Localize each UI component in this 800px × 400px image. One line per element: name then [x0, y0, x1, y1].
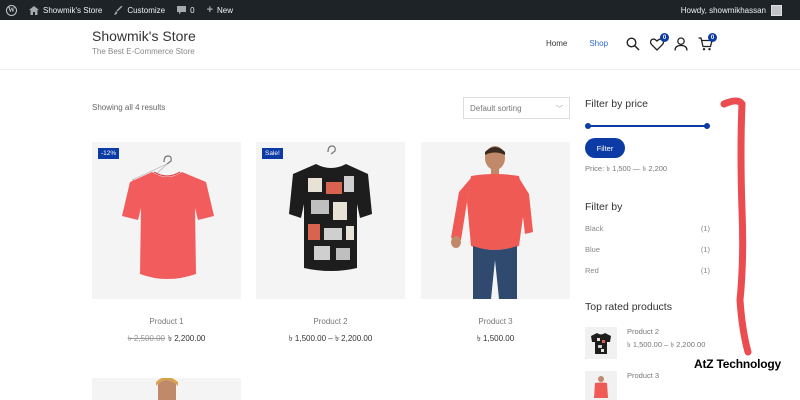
wishlist-count-badge: 0 — [660, 33, 669, 42]
filter-option-label: Blue — [585, 245, 601, 254]
top-rated-item[interactable]: Product 2 ৳ 1,500.00 – ৳ 2,200.00 — [585, 327, 710, 359]
product-card[interactable] — [92, 378, 241, 400]
search-button[interactable] — [625, 36, 641, 52]
chevron-down-icon: ﹀ — [556, 106, 563, 113]
site-name-label: Showmik's Store — [43, 5, 103, 15]
current-price: ৳ 1,500.00 — [476, 334, 515, 343]
new-label: New — [217, 5, 234, 15]
product-image[interactable] — [421, 142, 570, 299]
filter-by-title: Filter by — [585, 201, 623, 213]
product-name[interactable]: Product 2 — [256, 317, 405, 326]
red-shirt-thumbnail — [594, 376, 608, 398]
filter-option-label: Black — [585, 224, 604, 233]
nav-item-shop[interactable]: Shop — [589, 39, 608, 48]
current-price: ৳ 1,500.00 – ৳ 2,200.00 — [288, 334, 373, 343]
top-rated-name[interactable]: Product 2 — [627, 327, 705, 336]
account-menu[interactable]: Howdy, showmikhassan — [680, 4, 800, 16]
user-icon — [674, 37, 688, 51]
top-rated-thumbnail[interactable] — [585, 327, 617, 359]
product-image[interactable] — [92, 378, 241, 400]
model-image — [156, 378, 178, 400]
header-icons: 0 0 — [625, 33, 717, 52]
model-wearing-shirt-image — [451, 146, 533, 299]
product-image[interactable]: -12% — [92, 142, 241, 299]
top-rated-thumbnail[interactable] — [585, 371, 617, 400]
price-range-label: Price: ৳ 1,500 — ৳ 2,200 — [585, 164, 668, 173]
wishlist-button[interactable]: 0 — [649, 33, 669, 52]
site-name-link[interactable]: Showmik's Store — [23, 0, 108, 20]
plus-icon: + — [206, 4, 214, 16]
current-price: ৳ 2,200.00 — [168, 334, 206, 343]
top-rated-name[interactable]: Product 3 — [627, 371, 659, 380]
product-price: ৳ 1,500.00 – ৳ 2,200.00 — [256, 333, 405, 346]
product-card[interactable]: Product 3 ৳ 1,500.00 — [421, 142, 570, 346]
product-price: ৳ 1,500.00 — [421, 333, 570, 346]
filter-option-count: (1) — [700, 224, 710, 233]
watermark-text: AtZ Technology — [694, 357, 781, 371]
sorting-select[interactable]: Default sorting ﹀ — [463, 97, 570, 119]
sale-badge: -12% — [98, 148, 120, 159]
printed-tshirt-image — [289, 145, 372, 271]
top-rated-info: Product 3 — [627, 371, 659, 400]
product-image[interactable]: Sale! — [256, 142, 405, 299]
new-content-link[interactable]: + New — [201, 0, 239, 20]
top-rated-price: ৳ 1,500.00 – ৳ 2,200.00 — [627, 340, 706, 349]
customize-link[interactable]: Customize — [108, 0, 171, 20]
avatar — [771, 4, 782, 16]
nav-item-home[interactable]: Home — [546, 39, 567, 48]
filter-option-blue[interactable]: Blue (1) — [585, 245, 710, 254]
main-nav: Home Shop — [546, 39, 608, 48]
customize-label: Customize — [127, 5, 166, 15]
sale-badge: Sale! — [262, 148, 283, 159]
product-name[interactable]: Product 1 — [92, 317, 241, 326]
comments-count: 0 — [190, 5, 195, 15]
site-tagline: The Best E-Commerce Store — [92, 47, 195, 56]
product-card[interactable]: Sale! Product 2 ৳ 1,500.00 – ৳ 2,200.00 — [256, 142, 405, 346]
comment-icon — [177, 5, 187, 15]
cart-count-badge: 0 — [708, 33, 717, 42]
top-rated-item[interactable]: Product 3 — [585, 371, 710, 400]
top-rated-title: Top rated products — [585, 301, 672, 313]
old-price: ৳ 2,500.00 — [127, 334, 165, 343]
filter-price-title: Filter by price — [585, 98, 649, 110]
filter-option-count: (1) — [700, 266, 710, 275]
filter-button[interactable]: Filter — [585, 138, 625, 158]
slider-track — [587, 125, 708, 127]
product-name[interactable]: Product 3 — [421, 317, 570, 326]
brush-icon — [114, 5, 123, 15]
price-range-slider[interactable] — [585, 123, 710, 129]
filter-option-label: Red — [585, 266, 599, 275]
product-card[interactable]: -12% Product 1 ৳ 2,500.00 ৳ 2,200.00 — [92, 142, 241, 346]
slider-handle-min[interactable] — [585, 123, 591, 129]
home-icon — [29, 5, 39, 15]
result-count: Showing all 4 results — [92, 103, 166, 112]
greeting-text: Howdy, showmikhassan — [680, 5, 766, 15]
slider-handle-max[interactable] — [704, 123, 710, 129]
wordpress-logo-button[interactable]: W — [0, 0, 23, 20]
filter-option-black[interactable]: Black (1) — [585, 224, 710, 233]
site-title[interactable]: Showmik's Store — [92, 28, 196, 44]
top-rated-info: Product 2 ৳ 1,500.00 – ৳ 2,200.00 — [627, 327, 705, 359]
search-icon — [626, 37, 640, 51]
filter-option-red[interactable]: Red (1) — [585, 266, 710, 275]
printed-tshirt-thumbnail — [591, 333, 611, 354]
shop-sidebar: Filter by price Filter Price: ৳ 1,500 — … — [585, 98, 710, 400]
wordpress-icon: W — [6, 4, 17, 16]
sorting-selected-value: Default sorting — [470, 103, 522, 113]
comments-link[interactable]: 0 — [171, 0, 200, 20]
account-button[interactable] — [673, 36, 689, 52]
site-header: Showmik's Store The Best E-Commerce Stor… — [0, 20, 800, 70]
filter-option-count: (1) — [700, 245, 710, 254]
admin-bar: W Showmik's Store Customize 0 + New Howd… — [0, 0, 800, 20]
red-tshirt-image — [122, 155, 214, 279]
product-price: ৳ 2,500.00 ৳ 2,200.00 — [92, 333, 241, 346]
cart-button[interactable]: 0 — [697, 33, 717, 52]
